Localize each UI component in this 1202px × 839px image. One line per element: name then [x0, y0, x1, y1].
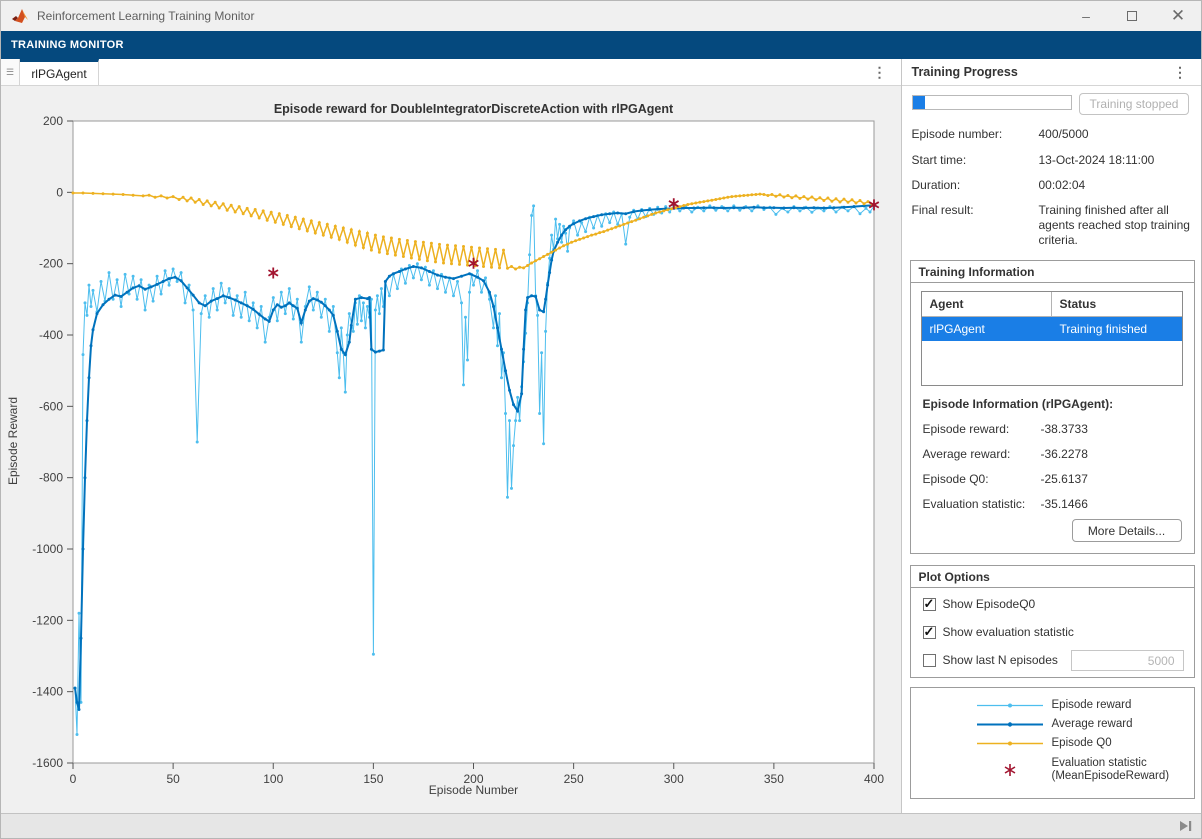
episode-reward-value: -38.3733: [1041, 422, 1088, 436]
legend-item-average-reward: Average reward: [911, 718, 1133, 731]
status-cell: Training finished: [1052, 317, 1182, 341]
maximize-icon: [1127, 11, 1137, 21]
evaluation-statistic-value: -35.1466: [1041, 497, 1088, 511]
legend-item-episode-q0: Episode Q0: [911, 737, 1112, 750]
status-column-header: Status: [1052, 292, 1182, 316]
episode-q0-value: -25.6137: [1041, 472, 1088, 486]
episode-reward-line-icon: [973, 701, 1048, 710]
window-title: Reinforcement Learning Training Monitor: [37, 9, 1063, 23]
tab-rlpgagent[interactable]: rlPGAgent: [20, 59, 99, 85]
checkbox-label: Show EpisodeQ0: [943, 597, 1036, 611]
minimize-button[interactable]: –: [1063, 1, 1109, 31]
training-stopped-button[interactable]: Training stopped: [1079, 93, 1189, 115]
agent-table-row[interactable]: rlPGAgent Training finished: [922, 317, 1182, 341]
title-bar: Reinforcement Learning Training Monitor …: [1, 1, 1201, 31]
episode-number-value: 400/5000: [1039, 127, 1197, 142]
svg-text:-200: -200: [39, 257, 63, 271]
tab-label: rlPGAgent: [31, 67, 86, 81]
plot-options-title: Plot Options: [911, 566, 1194, 588]
checkbox-box: ✓: [923, 598, 936, 611]
svg-text:-1400: -1400: [32, 685, 63, 699]
plot-options-panel: Plot Options ✓ Show EpisodeQ0 ✓ Show eva…: [910, 565, 1195, 678]
svg-text:-1600: -1600: [32, 756, 63, 770]
show-episodeq0-checkbox[interactable]: ✓ Show EpisodeQ0: [923, 597, 1036, 611]
legend-label: Episode reward: [1052, 699, 1132, 712]
more-details-button[interactable]: More Details...: [1072, 519, 1182, 542]
legend-label: Evaluation statistic (MeanEpisodeReward): [1052, 757, 1170, 783]
svg-text:-1000: -1000: [32, 542, 63, 556]
last-n-episodes-input[interactable]: [1071, 650, 1184, 671]
average-reward-label: Average reward:: [923, 447, 1011, 461]
average-reward-value: -36.2278: [1041, 447, 1088, 461]
checkbox-label: Show last N episodes: [943, 653, 1058, 667]
duration-value: 00:02:04: [1039, 178, 1197, 193]
legend-panel: Episode reward Average reward Episode Q0: [910, 687, 1195, 799]
legend-label: Average reward: [1052, 718, 1133, 731]
evaluation-statistic-asterisk-icon: [973, 762, 1048, 778]
final-result-label: Final result:: [912, 203, 974, 217]
show-evaluation-statistic-checkbox[interactable]: ✓ Show evaluation statistic: [923, 625, 1074, 639]
plot-xlabel: Episode Number: [73, 783, 874, 797]
final-result-value: Training finished after all agents reach…: [1039, 203, 1197, 248]
tab-bar-grip-handle[interactable]: ☰: [1, 59, 20, 85]
training-progress-header: Training Progress ⋮: [902, 59, 1202, 86]
svg-text:-1200: -1200: [32, 613, 63, 627]
episode-q0-label: Episode Q0:: [923, 472, 989, 486]
training-progress-title: Training Progress: [902, 65, 1018, 79]
training-information-title: Training Information: [911, 261, 1194, 283]
checkmark-icon: ✓: [924, 596, 935, 612]
legend-item-episode-reward: Episode reward: [911, 699, 1132, 712]
close-button[interactable]: ✕: [1155, 1, 1201, 31]
training-plot-area: Episode reward for DoubleIntegratorDiscr…: [1, 86, 901, 813]
episode-information-title: Episode Information (rlPGAgent):: [923, 397, 1114, 411]
bottom-status-strip: [1, 813, 1201, 838]
checkbox-box: ✓: [923, 626, 936, 639]
episode-number-label: Episode number:: [912, 127, 1003, 141]
toolstrip: TRAINING MONITOR: [1, 31, 1201, 59]
toolstrip-tab-training-monitor[interactable]: TRAINING MONITOR: [1, 39, 124, 51]
svg-text:0: 0: [56, 185, 63, 199]
duration-label: Duration:: [912, 178, 961, 192]
show-last-n-episodes-checkbox[interactable]: ✓ Show last N episodes: [923, 653, 1058, 667]
app-window: Reinforcement Learning Training Monitor …: [0, 0, 1202, 839]
checkmark-icon: ✓: [924, 624, 935, 640]
svg-text:-800: -800: [39, 471, 63, 485]
start-time-value: 13-Oct-2024 18:11:00: [1039, 153, 1197, 168]
training-progress-body: Training stopped Episode number: 400/500…: [902, 86, 1202, 813]
episode-reward-label: Episode reward:: [923, 422, 1010, 436]
expand-panel-icon[interactable]: [1178, 819, 1193, 833]
average-reward-line-icon: [973, 720, 1048, 729]
reward-chart: 0501001502002503003504002000-200-400-600…: [1, 86, 902, 815]
svg-text:-400: -400: [39, 328, 63, 342]
maximize-button[interactable]: [1109, 1, 1155, 31]
episode-q0-line-icon: [973, 739, 1048, 748]
legend-label: Episode Q0: [1052, 737, 1112, 750]
legend-item-evaluation-statistic: Evaluation statistic (MeanEpisodeReward): [911, 757, 1170, 783]
document-tab-bar: ☰ rlPGAgent ⋮: [1, 59, 901, 86]
agent-status-table: Agent Status rlPGAgent Training finished: [921, 291, 1183, 386]
agent-table-header-row: Agent Status: [922, 292, 1182, 317]
checkbox-label: Show evaluation statistic: [943, 625, 1074, 639]
evaluation-statistic-label: Evaluation statistic:: [923, 497, 1026, 511]
checkbox-box: ✓: [923, 654, 936, 667]
agent-column-header: Agent: [922, 292, 1052, 316]
svg-text:200: 200: [43, 114, 63, 128]
matlab-logo-icon: [11, 8, 29, 24]
tab-options-kebab-icon[interactable]: ⋮: [873, 59, 887, 86]
training-progress-fill: [913, 96, 926, 109]
agent-cell: rlPGAgent: [922, 317, 1052, 341]
training-progress-bar: [912, 95, 1072, 110]
panel-options-kebab-icon[interactable]: ⋮: [1173, 59, 1187, 86]
svg-text:-600: -600: [39, 399, 63, 413]
start-time-label: Start time:: [912, 153, 967, 167]
training-information-panel: Training Information Agent Status rlPGAg…: [910, 260, 1195, 554]
